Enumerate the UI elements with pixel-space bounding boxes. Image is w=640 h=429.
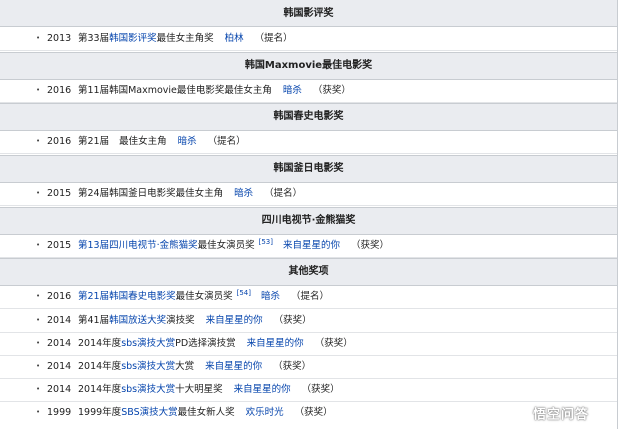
award-year: 2014 bbox=[47, 315, 72, 326]
wukong-logo-icon bbox=[512, 402, 530, 428]
reference-link[interactable]: [54] bbox=[237, 289, 251, 297]
award-result: （获奖） bbox=[351, 240, 390, 251]
work-link[interactable]: 柏林 bbox=[225, 33, 244, 44]
work-link[interactable]: 来自星星的你 bbox=[283, 240, 340, 251]
award-row: • 2016 第21届韩国春史电影奖最佳女演员奖 [54] 暗杀 （提名） bbox=[0, 285, 617, 309]
awards-table: 韩国影评奖 • 2013 第33届韩国影评奖最佳女主角奖 柏林 （提名） 韩国Max… bbox=[0, 0, 618, 429]
award-link[interactable]: 第21届韩国春史电影奖 bbox=[78, 291, 176, 302]
award-edition: 2014年度 bbox=[78, 338, 122, 349]
award-link[interactable]: SBS演技大赏 bbox=[121, 407, 177, 418]
work-link[interactable]: 暗杀 bbox=[283, 85, 302, 96]
bullet: • bbox=[36, 137, 41, 145]
award-category: 第24届韩国釜日电影奖最佳女主角 bbox=[78, 188, 224, 199]
bullet: • bbox=[36, 316, 41, 324]
award-category: PD选择演技赏 bbox=[175, 338, 236, 349]
award-result: （提名） bbox=[207, 136, 246, 147]
award-category: 第11届韩国Maxmovie最佳电影奖最佳女主角 bbox=[78, 85, 272, 96]
award-row: • 2014 2014年度sbs演技大赏大赏 来自星星的你 （获奖） bbox=[0, 355, 617, 379]
award-year: 2016 bbox=[47, 291, 72, 302]
award-link[interactable]: 韩国放送大奖 bbox=[109, 315, 166, 326]
award-year: 2013 bbox=[47, 33, 72, 44]
award-result: （提名） bbox=[291, 291, 330, 302]
work-link[interactable]: 暗杀 bbox=[234, 188, 253, 199]
award-year: 2015 bbox=[47, 240, 72, 251]
award-category: 最佳女演员奖 bbox=[197, 240, 255, 251]
bullet: • bbox=[36, 292, 41, 300]
award-year: 2016 bbox=[47, 136, 72, 147]
award-category: 最佳女新人奖 bbox=[177, 407, 235, 418]
work-link[interactable]: 来自星星的你 bbox=[247, 338, 304, 349]
bullet: • bbox=[36, 34, 41, 42]
work-link[interactable]: 暗杀 bbox=[261, 291, 280, 302]
award-edition: 第21届 bbox=[78, 136, 110, 147]
watermark: 悟空问答 bbox=[512, 402, 589, 424]
award-category: 十大明星奖 bbox=[175, 384, 223, 395]
award-link[interactable]: 第13届四川电视节·金熊猫奖 bbox=[78, 240, 198, 251]
award-edition: 2014年度 bbox=[78, 384, 122, 395]
section-header-busan-ilbo: 韩国釜日电影奖 bbox=[0, 155, 617, 183]
award-row: • 2014 2014年度sbs演技大赏PD选择演技赏 来自星星的你 （获奖） bbox=[0, 332, 617, 356]
award-result: （获奖） bbox=[314, 338, 353, 349]
section-header-sichuan-tv: 四川电视节·金熊猫奖 bbox=[0, 207, 617, 235]
section-header-korean-film-critics: 韩国影评奖 bbox=[0, 0, 617, 27]
work-link[interactable]: 来自星星的你 bbox=[205, 361, 262, 372]
section-header-other-awards: 其他奖项 bbox=[0, 258, 617, 286]
award-category: 最佳女演员奖 bbox=[175, 291, 233, 302]
award-category: 演技奖 bbox=[166, 315, 195, 326]
award-row: • 2013 第33届韩国影评奖最佳女主角奖 柏林 （提名） bbox=[0, 27, 617, 51]
award-row: • 2016 第21届 最佳女主角 暗杀 （提名） bbox=[0, 130, 617, 154]
bullet: • bbox=[36, 189, 41, 197]
award-row: • 2014 2014年度sbs演技大赏十大明星奖 来自星星的你 （获奖） bbox=[0, 378, 617, 402]
award-category: 大赏 bbox=[175, 361, 195, 372]
watermark-text: 悟空问答 bbox=[533, 407, 590, 423]
bullet: • bbox=[36, 86, 41, 94]
award-year: 2015 bbox=[47, 188, 72, 199]
work-link[interactable]: 来自星星的你 bbox=[206, 315, 263, 326]
work-link[interactable]: 欢乐时光 bbox=[246, 407, 284, 418]
award-edition: 第41届 bbox=[78, 315, 110, 326]
section-header-chunsa: 韩国春史电影奖 bbox=[0, 103, 617, 131]
award-result: （提名） bbox=[264, 188, 303, 199]
award-edition: 2014年度 bbox=[78, 361, 122, 372]
award-row: • 2014 第41届韩国放送大奖演技奖 来自星星的你 （获奖） bbox=[0, 309, 617, 333]
award-year: 1999 bbox=[47, 407, 72, 418]
award-category: 最佳女主角奖 bbox=[156, 33, 214, 44]
award-row: • 2015 第13届四川电视节·金熊猫奖最佳女演员奖 [53] 来自星星的你 （获奖… bbox=[0, 234, 617, 258]
award-year: 2014 bbox=[47, 338, 72, 349]
award-year: 2014 bbox=[47, 361, 72, 372]
award-year: 2014 bbox=[47, 384, 72, 395]
award-edition: 1999年度 bbox=[78, 407, 122, 418]
section-header-maxmovie: 韩国Maxmovie最佳电影奖 bbox=[0, 52, 617, 80]
work-link[interactable]: 来自星星的你 bbox=[234, 384, 291, 395]
award-result: （获奖） bbox=[273, 315, 312, 326]
work-link[interactable]: 暗杀 bbox=[178, 136, 197, 147]
award-link[interactable]: 韩国影评奖 bbox=[109, 33, 157, 44]
reference-link[interactable]: [53] bbox=[259, 238, 273, 246]
award-result: （获奖） bbox=[312, 85, 351, 96]
bullet: • bbox=[36, 241, 41, 249]
bullet: • bbox=[36, 385, 41, 393]
bullet: • bbox=[36, 339, 41, 347]
award-link[interactable]: sbs演技大赏 bbox=[121, 338, 175, 349]
award-row: • 2016 第11届韩国Maxmovie最佳电影奖最佳女主角 暗杀 （获奖） bbox=[0, 79, 617, 103]
bullet: • bbox=[36, 408, 41, 416]
award-category: 最佳女主角 bbox=[119, 136, 167, 147]
award-result: （获奖） bbox=[273, 361, 312, 372]
bullet: • bbox=[36, 362, 41, 370]
award-row: • 2015 第24届韩国釜日电影奖最佳女主角 暗杀 （提名） bbox=[0, 182, 617, 206]
award-link[interactable]: sbs演技大赏 bbox=[121, 361, 175, 372]
award-result: （获奖） bbox=[294, 407, 333, 418]
award-year: 2016 bbox=[47, 85, 72, 96]
award-result: （获奖） bbox=[301, 384, 340, 395]
award-link[interactable]: sbs演技大赏 bbox=[121, 384, 175, 395]
award-result: （提名） bbox=[254, 33, 293, 44]
award-edition: 第33届 bbox=[78, 33, 110, 44]
